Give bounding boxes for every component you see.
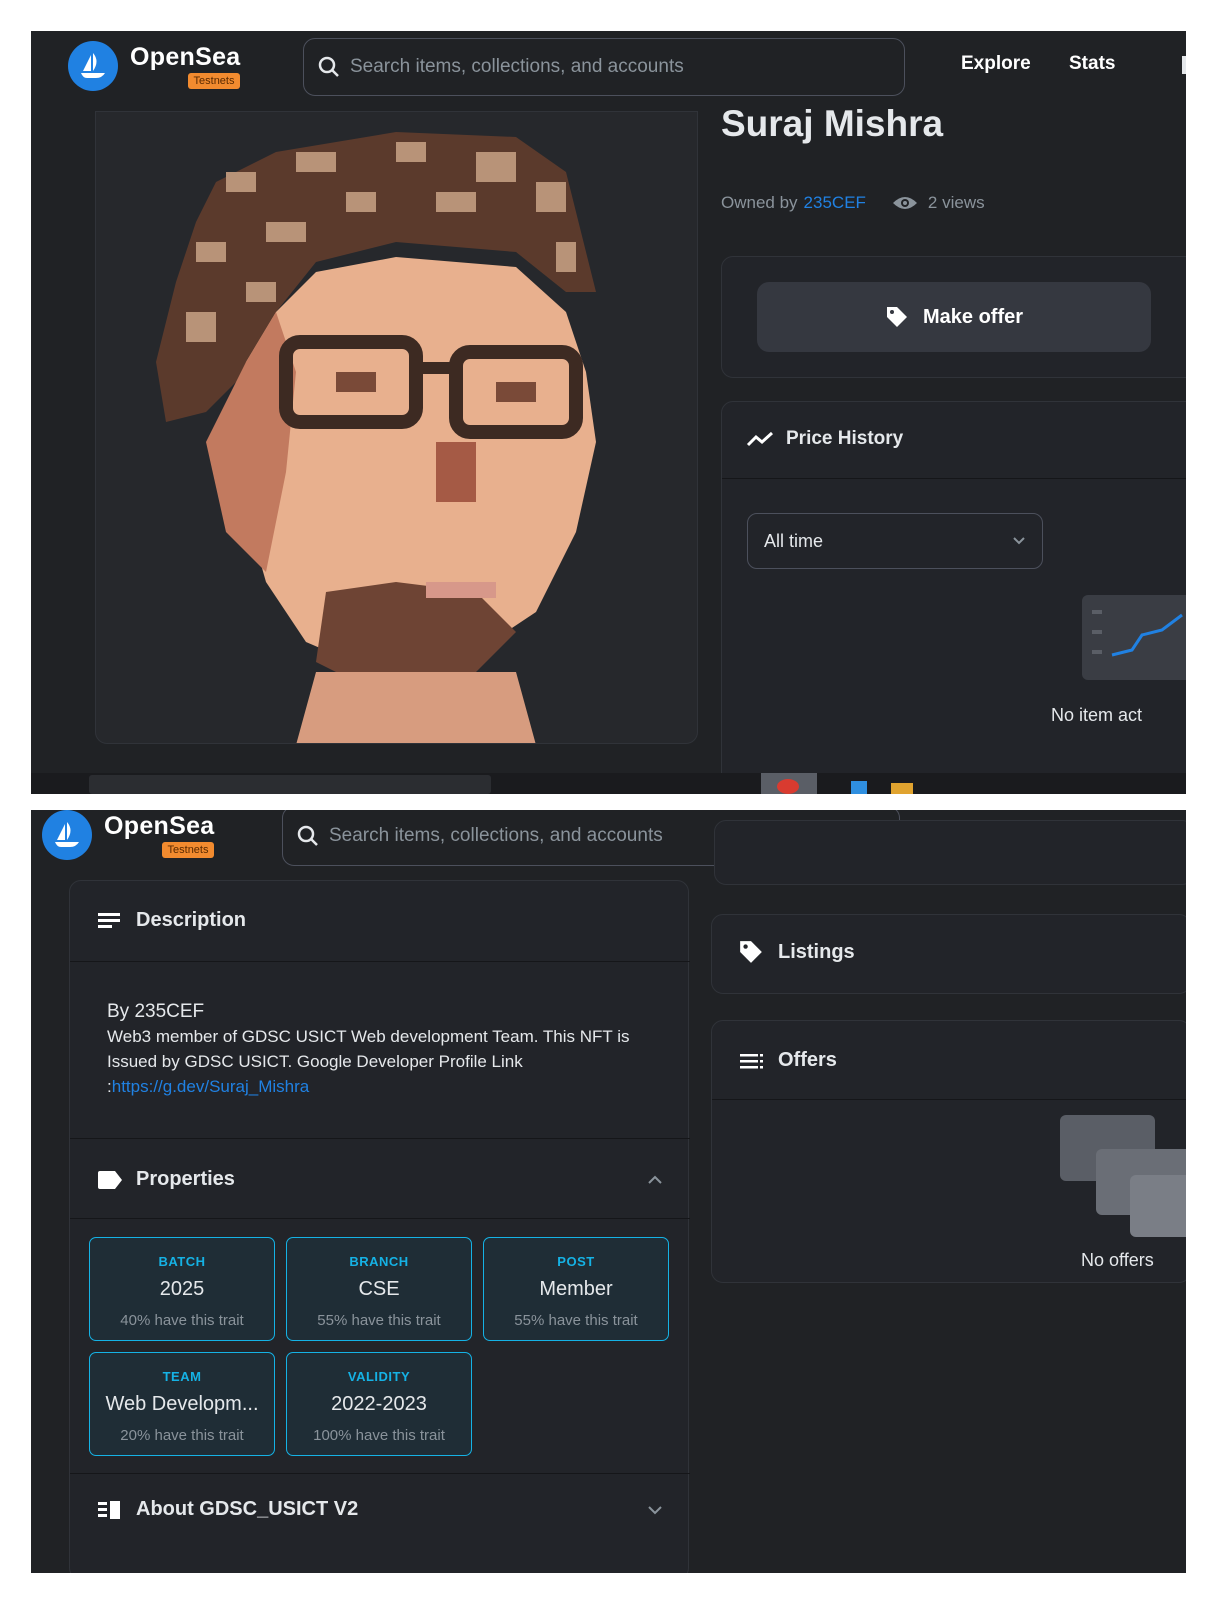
divider bbox=[722, 478, 1186, 479]
listings-header[interactable]: Listings bbox=[738, 939, 855, 965]
taskbar-search[interactable] bbox=[89, 775, 491, 794]
description-body: By 235CEF Web3 member of GDSC USICT Web … bbox=[107, 999, 662, 1099]
screenshot-item-details: OpenSea Testnets Search items, collectio… bbox=[31, 810, 1186, 1573]
property-card-post[interactable]: POST Member 55% have this trait bbox=[483, 1237, 669, 1341]
divider bbox=[70, 1138, 690, 1139]
views-count: 2 views bbox=[927, 193, 985, 212]
top-navbar: OpenSea Testnets Search items, collectio… bbox=[31, 31, 1186, 111]
property-value: Member bbox=[539, 1278, 613, 1300]
brand-name: OpenSea bbox=[104, 812, 215, 840]
property-card-branch[interactable]: BRANCH CSE 55% have this trait bbox=[286, 1237, 472, 1341]
make-offer-label: Make offer bbox=[922, 305, 1024, 328]
owner-link[interactable]: 235CEF bbox=[804, 193, 866, 213]
property-value: 2022-2023 bbox=[331, 1393, 427, 1415]
properties-title: Properties bbox=[136, 1168, 235, 1190]
offers-header[interactable]: Offers bbox=[740, 1049, 837, 1072]
divider bbox=[70, 1473, 690, 1474]
property-rarity: 100% have this trait bbox=[313, 1427, 445, 1444]
property-value: CSE bbox=[358, 1278, 400, 1300]
offer-panel: Make offer bbox=[721, 256, 1186, 378]
listings-title: Listings bbox=[778, 940, 855, 963]
properties-header[interactable]: Properties bbox=[98, 1168, 663, 1191]
collection-icon bbox=[98, 1500, 120, 1519]
time-range-value: All time bbox=[764, 530, 824, 551]
text-lines-icon bbox=[98, 912, 120, 928]
offers-title: Offers bbox=[778, 1049, 837, 1071]
property-type: TEAM bbox=[162, 1369, 202, 1384]
make-offer-button[interactable]: Make offer bbox=[757, 282, 1151, 352]
search-placeholder: Search items, collections, and accounts bbox=[329, 825, 663, 846]
search-bar[interactable]: Search items, collections, and accounts bbox=[303, 38, 905, 96]
description-title: Description bbox=[136, 909, 247, 931]
property-value: Web Developm... bbox=[105, 1393, 259, 1415]
opensea-ship-icon bbox=[42, 810, 92, 860]
testnets-badge: Testnets bbox=[187, 73, 241, 89]
description-text: Web3 member of GDSC USICT Web developmen… bbox=[107, 1027, 630, 1071]
property-type: BRANCH bbox=[349, 1254, 409, 1269]
property-type: VALIDITY bbox=[347, 1369, 411, 1384]
empty-offers-illustration bbox=[1060, 1115, 1186, 1237]
screenshot-item-top: OpenSea Testnets Search items, collectio… bbox=[31, 31, 1186, 794]
nft-pixel-portrait bbox=[156, 132, 596, 743]
os-taskbar bbox=[31, 773, 1186, 794]
nav-overflow bbox=[1182, 56, 1186, 74]
search-placeholder: Search items, collections, and accounts bbox=[350, 56, 684, 77]
property-rarity: 40% have this trait bbox=[120, 1312, 244, 1329]
testnets-badge: Testnets bbox=[161, 842, 215, 858]
tag-icon bbox=[740, 941, 762, 963]
empty-chart-illustration bbox=[1082, 595, 1186, 680]
opensea-logo[interactable]: OpenSea Testnets bbox=[42, 810, 215, 860]
search-icon bbox=[318, 56, 339, 77]
item-title: Suraj Mishra bbox=[721, 103, 944, 144]
about-header[interactable]: About GDSC_USICT V2 bbox=[98, 1498, 663, 1521]
nav-explore[interactable]: Explore bbox=[961, 53, 1031, 75]
property-card-team[interactable]: TEAM Web Developm... 20% have this trait bbox=[89, 1352, 275, 1456]
time-range-select[interactable]: All time bbox=[747, 513, 1043, 569]
divider bbox=[712, 1099, 1186, 1100]
about-title: About GDSC_USICT V2 bbox=[136, 1498, 359, 1520]
property-type: BATCH bbox=[158, 1254, 206, 1269]
price-history-header[interactable]: Price History bbox=[746, 428, 903, 450]
property-rarity: 55% have this trait bbox=[317, 1312, 441, 1329]
list-icon bbox=[740, 1053, 763, 1068]
price-history-panel: Price History All time No item act bbox=[721, 401, 1186, 794]
label-icon bbox=[98, 1170, 122, 1189]
trend-line-icon bbox=[746, 431, 774, 447]
owner-row: Owned by 235CEF 2 views bbox=[721, 193, 985, 213]
description-header[interactable]: Description bbox=[98, 909, 246, 932]
profile-link[interactable]: https://g.dev/Suraj_Mishra bbox=[112, 1077, 309, 1096]
offers-panel: Offers No offers bbox=[711, 1020, 1186, 1283]
owned-by-label: Owned by bbox=[721, 193, 798, 212]
chevron-down-icon[interactable] bbox=[647, 1505, 663, 1515]
eye-icon bbox=[892, 197, 917, 209]
chevron-down-icon bbox=[1013, 537, 1025, 545]
opensea-logo[interactable]: OpenSea Testnets bbox=[68, 41, 241, 91]
nav-stats[interactable]: Stats bbox=[1069, 53, 1115, 75]
details-panel: Description By 235CEF Web3 member of GDS… bbox=[69, 880, 690, 1573]
chrome-icon[interactable] bbox=[777, 779, 799, 794]
opensea-ship-icon bbox=[68, 41, 118, 91]
property-card-batch[interactable]: BATCH 2025 40% have this trait bbox=[89, 1237, 275, 1341]
property-rarity: 55% have this trait bbox=[514, 1312, 638, 1329]
price-history-title: Price History bbox=[786, 428, 904, 449]
divider bbox=[70, 961, 690, 962]
property-type: POST bbox=[557, 1254, 595, 1269]
property-rarity: 20% have this trait bbox=[120, 1427, 244, 1444]
brand-name: OpenSea bbox=[130, 43, 241, 71]
vscode-icon[interactable] bbox=[851, 781, 867, 794]
divider bbox=[70, 1218, 690, 1219]
folder-icon[interactable] bbox=[891, 783, 913, 794]
property-value: 2025 bbox=[159, 1278, 205, 1300]
search-icon bbox=[297, 825, 318, 846]
tag-icon bbox=[886, 307, 907, 327]
chevron-up-icon[interactable] bbox=[647, 1175, 663, 1185]
nft-image-frame[interactable] bbox=[95, 111, 698, 744]
no-activity-text: No item act bbox=[1051, 705, 1143, 725]
creator-line: By 235CEF bbox=[107, 1001, 205, 1022]
no-offers-text: No offers bbox=[1081, 1250, 1154, 1270]
property-card-validity[interactable]: VALIDITY 2022-2023 100% have this trait bbox=[286, 1352, 472, 1456]
previous-panel-edge bbox=[714, 820, 1186, 885]
listings-panel: Listings bbox=[711, 914, 1186, 994]
